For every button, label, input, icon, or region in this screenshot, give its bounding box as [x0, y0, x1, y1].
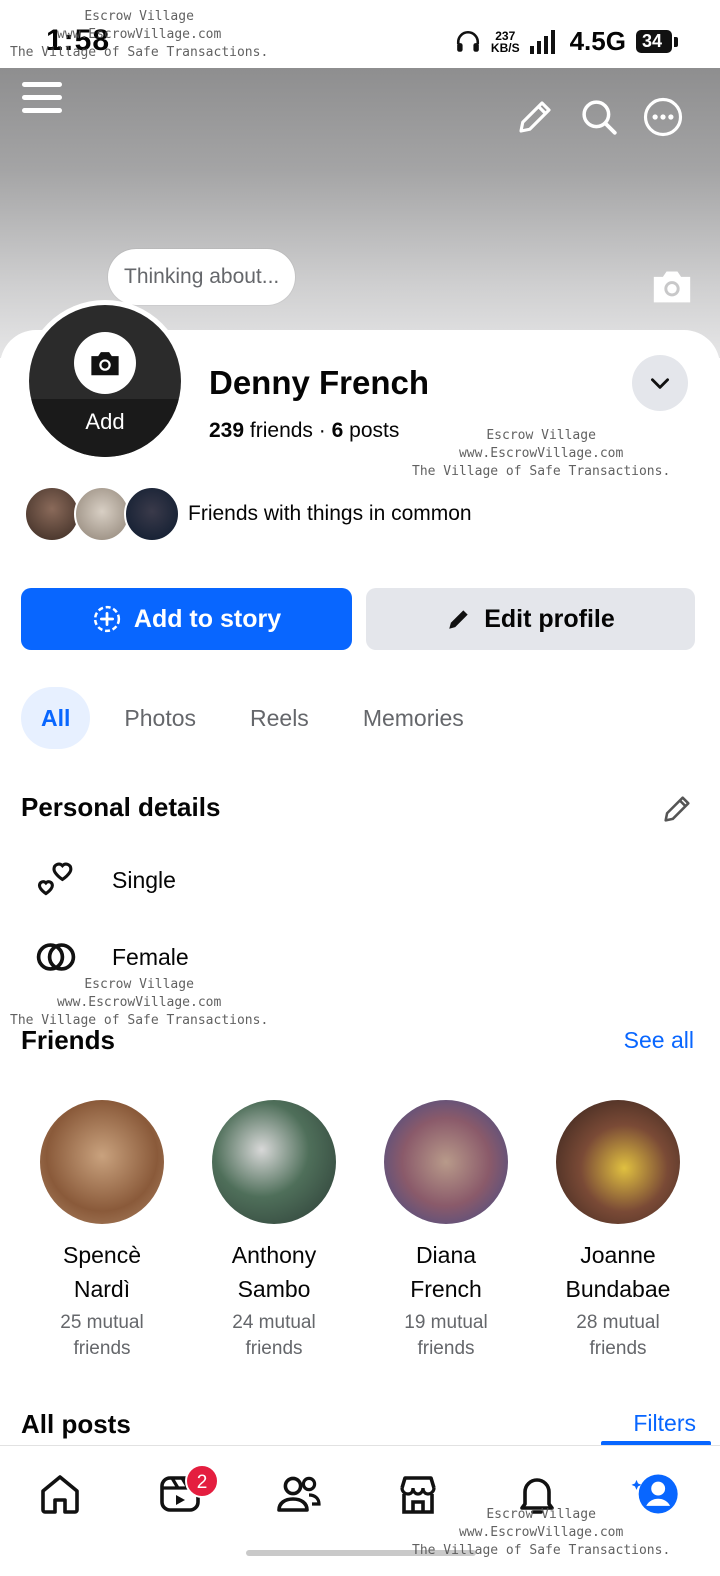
profile-counts: 239 friends · 6 posts — [209, 419, 399, 443]
friends-in-common-label: Friends with things in common — [188, 502, 472, 525]
see-all-friends-link[interactable]: See all — [624, 1027, 694, 1054]
friend-card[interactable]: Joanne Bundabae 28 mutual friends — [532, 1100, 704, 1362]
status-time: 1:58 — [46, 24, 111, 57]
signal-icon — [529, 29, 555, 54]
relationship-hearts-icon — [37, 862, 73, 896]
marketplace-icon[interactable] — [394, 1470, 442, 1518]
posts-count: 6 — [331, 419, 344, 442]
friend-avatar — [556, 1100, 680, 1224]
posts-word: posts — [349, 419, 400, 442]
network-type: 4.5G — [569, 26, 626, 56]
friend-card[interactable]: Anthony Sambo 24 mutual friends — [188, 1100, 360, 1362]
friends-in-common-row[interactable]: Friends with things in common — [24, 486, 472, 542]
headphones-icon — [456, 30, 479, 52]
profile-tab-icon[interactable] — [630, 1468, 682, 1520]
more-options-icon[interactable] — [642, 96, 684, 138]
common-friend-avatar — [74, 486, 130, 542]
pencil-icon — [449, 610, 468, 629]
common-friend-avatar — [24, 486, 80, 542]
friends-grid: Spencè Nardì 25 mutual friends Anthony S… — [16, 1100, 704, 1362]
profile-name: Denny French — [209, 364, 430, 401]
tab-memories[interactable]: Memories — [343, 687, 484, 749]
search-icon[interactable] — [578, 96, 620, 138]
home-indicator — [246, 1550, 476, 1556]
add-photo-label[interactable]: Add — [29, 399, 181, 457]
filters-button[interactable]: Filters — [633, 1410, 696, 1437]
gender-rings-icon — [36, 943, 76, 971]
friend-avatar — [212, 1100, 336, 1224]
menu-icon[interactable] — [22, 82, 62, 118]
friends-word[interactable]: friends — [250, 419, 313, 442]
friend-avatar — [40, 1100, 164, 1224]
friend-card[interactable]: Spencè Nardì 25 mutual friends — [16, 1100, 188, 1362]
chevron-down-icon — [651, 378, 669, 389]
add-story-icon — [93, 605, 121, 633]
network-speed: 237 KB/S — [490, 28, 520, 55]
friends-section-title: Friends — [21, 1025, 115, 1055]
tab-photos[interactable]: Photos — [104, 687, 216, 749]
camera-icon[interactable] — [74, 332, 136, 394]
friends-icon[interactable] — [275, 1470, 323, 1518]
bottom-navigation: 2 — [0, 1445, 720, 1576]
pencil-icon[interactable] — [514, 96, 556, 138]
thought-bubble[interactable]: Thinking about... — [108, 249, 296, 305]
video-notification-badge: 2 — [185, 1464, 219, 1498]
status-bar: 1:58 237 KB/S 4.5G 34 — [0, 0, 720, 68]
add-to-story-button[interactable]: Add to story — [21, 588, 352, 650]
common-friend-avatar — [124, 486, 180, 542]
friends-count: 239 — [209, 419, 245, 442]
personal-details-title: Personal details — [21, 792, 221, 822]
friend-avatar — [384, 1100, 508, 1224]
edit-profile-button[interactable]: Edit profile — [366, 588, 695, 650]
tab-reels[interactable]: Reels — [230, 687, 329, 749]
top-actions — [514, 96, 684, 138]
notifications-bell-icon[interactable] — [513, 1470, 561, 1518]
detail-relationship: Single — [34, 858, 176, 902]
detail-gender: Female — [34, 935, 189, 979]
home-icon[interactable] — [36, 1470, 84, 1518]
battery-icon: 34 — [635, 30, 679, 53]
profile-avatar[interactable]: Add — [24, 300, 186, 462]
profile-dropdown-button[interactable] — [632, 355, 688, 411]
status-indicators: 237 KB/S 4.5G 34 — [455, 26, 679, 57]
cover-camera-icon[interactable] — [650, 266, 694, 306]
profile-tabs: All Photos Reels Memories — [21, 687, 484, 749]
edit-details-pencil-icon[interactable] — [660, 792, 694, 826]
separator: · — [318, 419, 326, 442]
all-posts-title: All posts — [21, 1409, 131, 1439]
tab-all[interactable]: All — [21, 687, 91, 749]
friend-card[interactable]: Diana French 19 mutual friends — [360, 1100, 532, 1362]
